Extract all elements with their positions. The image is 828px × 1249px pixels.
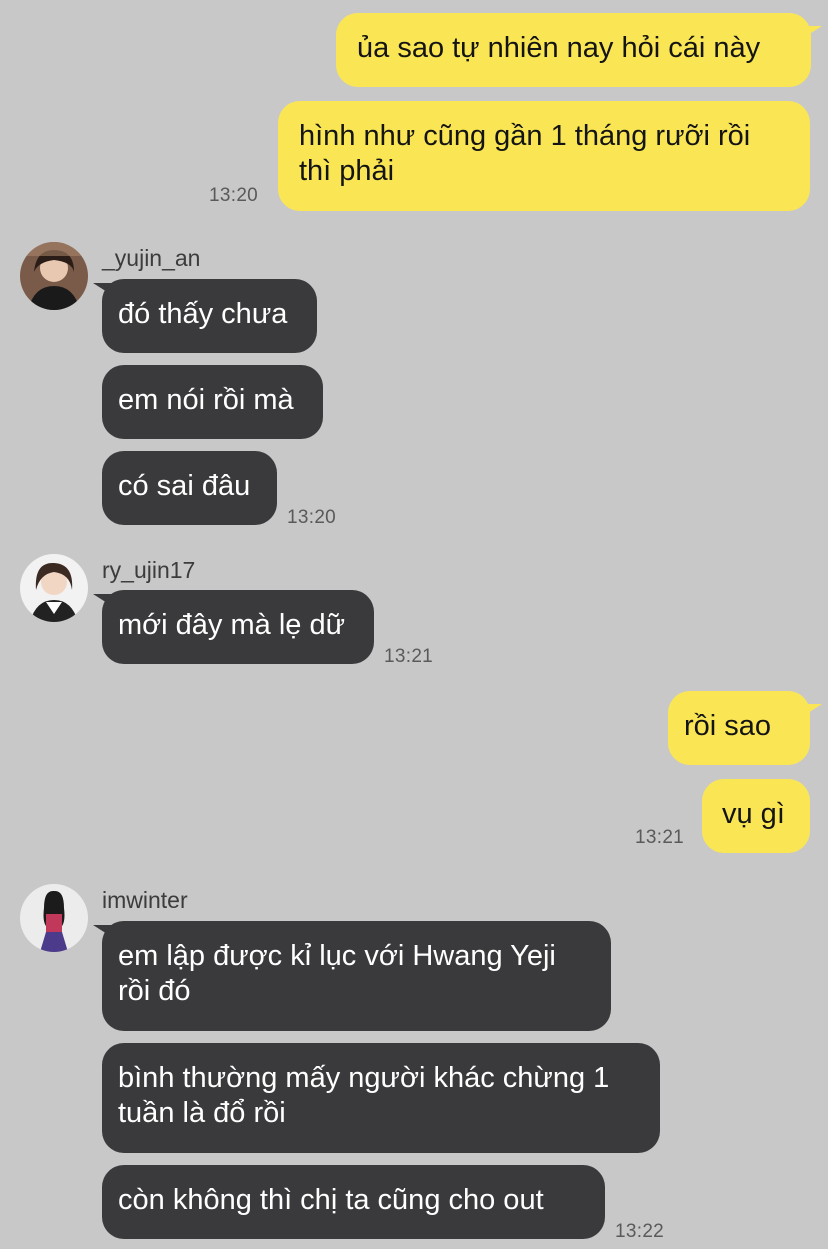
incoming-message[interactable]: đó thấy chưa (102, 279, 317, 353)
message-text: còn không thì chị ta cũng cho out (118, 1184, 544, 1216)
incoming-message[interactable]: có sai đâu (102, 451, 277, 525)
message-text: có sai đâu (118, 470, 251, 502)
sender-name: _yujin_an (102, 245, 201, 271)
outgoing-message[interactable]: hình như cũng gần 1 tháng rưỡi rồi thì p… (278, 101, 810, 211)
sender-name: ry_ujin17 (102, 557, 196, 583)
user-avatar-photo-icon (20, 554, 88, 622)
message-timestamp: 13:20 (209, 185, 259, 206)
avatar[interactable] (20, 554, 88, 622)
message-text: mới đây mà lẹ dữ (118, 609, 346, 641)
outgoing-message[interactable]: ủa sao tự nhiên nay hỏi cái này (336, 13, 811, 87)
chat-thread[interactable]: ủa sao tự nhiên nay hỏi cái này hình như… (0, 0, 828, 1249)
avatar[interactable] (20, 884, 88, 952)
message-timestamp: 13:22 (615, 1221, 665, 1242)
message-text: bình thường mấy người khác chừng 1 tuần … (118, 1062, 610, 1129)
outgoing-message[interactable]: vụ gì (702, 779, 810, 853)
sender-name: imwinter (102, 887, 188, 913)
user-avatar-photo-icon (20, 884, 88, 952)
message-timestamp: 13:20 (287, 507, 337, 528)
outgoing-message[interactable]: rồi sao (668, 691, 810, 765)
avatar[interactable] (20, 242, 88, 310)
bubble-tail (93, 283, 115, 297)
message-text: vụ gì (722, 798, 785, 830)
bubble-tail (800, 704, 822, 718)
incoming-message[interactable]: em lập được kỉ lục với Hwang Yeji rồi đó (102, 921, 611, 1031)
message-text: ủa sao tự nhiên nay hỏi cái này (357, 32, 761, 64)
incoming-message[interactable]: còn không thì chị ta cũng cho out (102, 1165, 605, 1239)
incoming-message[interactable]: em nói rồi mà (102, 365, 323, 439)
bubble-tail (93, 594, 115, 608)
message-text: hình như cũng gần 1 tháng rưỡi rồi thì p… (299, 120, 751, 187)
message-text: em nói rồi mà (118, 384, 294, 416)
message-timestamp: 13:21 (384, 646, 434, 667)
user-avatar-photo-icon (20, 242, 88, 310)
incoming-message[interactable]: mới đây mà lẹ dữ (102, 590, 374, 664)
bubble-tail (800, 26, 822, 40)
message-text: đó thấy chưa (118, 298, 288, 330)
bubble-tail (93, 925, 115, 939)
message-text: rồi sao (684, 710, 772, 742)
message-timestamp: 13:21 (635, 827, 685, 848)
message-text: em lập được kỉ lục với Hwang Yeji rồi đó (118, 940, 556, 1007)
incoming-message[interactable]: bình thường mấy người khác chừng 1 tuần … (102, 1043, 660, 1153)
